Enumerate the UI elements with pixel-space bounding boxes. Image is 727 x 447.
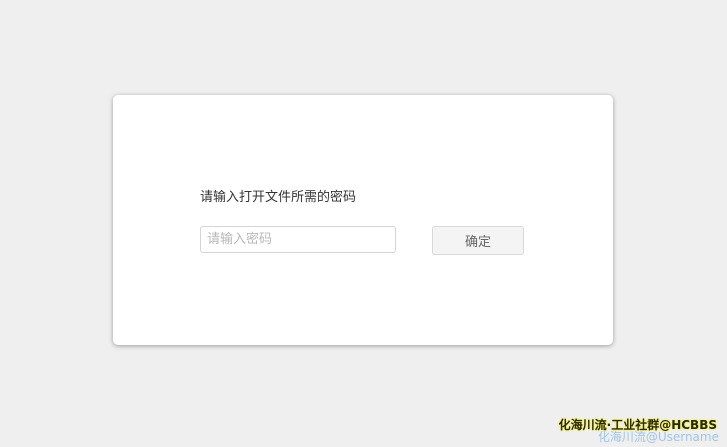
- password-dialog: 请输入打开文件所需的密码 确定: [113, 95, 613, 345]
- password-prompt-label: 请输入打开文件所需的密码: [200, 190, 357, 205]
- confirm-button[interactable]: 确定: [432, 226, 524, 255]
- password-input[interactable]: [200, 226, 396, 253]
- watermark-username-text: 化海川流@Username: [597, 430, 719, 444]
